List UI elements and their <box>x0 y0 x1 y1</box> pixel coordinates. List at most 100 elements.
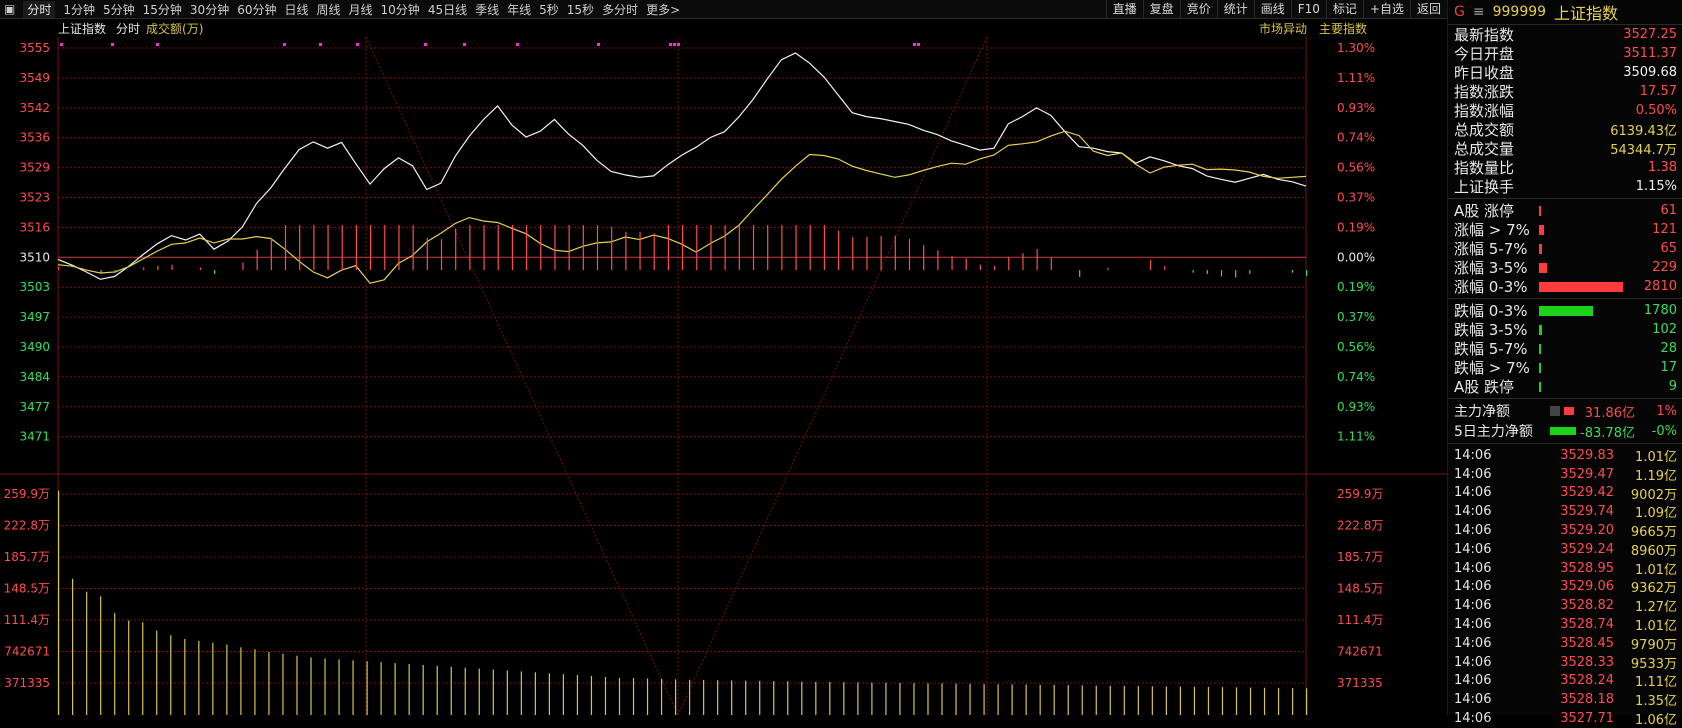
volume-bar <box>969 683 971 715</box>
stats-button[interactable]: 统计 <box>1216 0 1254 18</box>
tab-daily[interactable]: 日线 <box>284 1 308 18</box>
tab-45day[interactable]: 45日线 <box>428 1 467 18</box>
tab-weekly[interactable]: 周线 <box>317 1 341 18</box>
tab-quarter[interactable]: 季线 <box>475 1 499 18</box>
replay-button[interactable]: 复盘 <box>1142 0 1180 18</box>
volume-bar <box>590 676 593 715</box>
tab-year[interactable]: 年线 <box>507 1 531 18</box>
tick-row: 14:06 3529.42 9002万 <box>1454 485 1677 503</box>
volume-bar <box>1081 685 1083 715</box>
volume-bar <box>618 677 621 715</box>
divider <box>1448 398 1682 399</box>
breadth-bar-up <box>639 231 641 271</box>
tab-30min[interactable]: 30分钟 <box>190 1 229 18</box>
breadth-bar-up <box>908 238 911 271</box>
event-marker <box>60 43 63 46</box>
breadth-bar-up <box>1164 266 1166 271</box>
sidebar-toggle-icon[interactable]: ▣ <box>4 2 15 16</box>
price-tick-label: 3510 <box>19 250 50 264</box>
stat-row: 昨日收盘 3509.68 <box>1454 64 1677 82</box>
pct-tick-label: 0.37% <box>1337 191 1375 205</box>
breadth-bar-up <box>341 225 343 271</box>
chart-area: 3555 3549 3542 3536 3529 3523 3516 3510 3503 3497… <box>0 37 1447 715</box>
tab-more[interactable]: 更多> <box>646 1 680 18</box>
menu-icon[interactable]: ≡ <box>1473 4 1485 20</box>
f10-button[interactable]: F10 <box>1290 0 1326 18</box>
breadth-bar-up <box>398 225 400 271</box>
event-marker <box>356 43 359 46</box>
breadth-bar-up <box>270 238 272 271</box>
volume-bar <box>534 672 536 715</box>
stat-row: 指数涨幅 0.50% <box>1454 102 1677 120</box>
volume-bar <box>1179 686 1181 715</box>
volume-bar <box>506 670 508 715</box>
breadth-bar-up <box>469 225 471 271</box>
volume-bar <box>408 664 410 715</box>
vol-tick-label: 111.4万 <box>1337 613 1383 627</box>
back-button[interactable]: 返回 <box>1409 0 1447 18</box>
volume-bar <box>773 681 775 715</box>
volume-bar <box>100 596 102 715</box>
live-button[interactable]: 直播 <box>1105 0 1143 18</box>
tab-5s[interactable]: 5秒 <box>539 1 559 18</box>
pct-tick-label: 1.11% <box>1337 71 1375 85</box>
volume-bar <box>997 684 999 715</box>
volume-bar <box>801 681 803 715</box>
up-distribution: A股 涨停 61 涨幅 > 7% 121 涨幅 5-7% 65 涨幅 3-5% 229 … <box>1448 201 1682 296</box>
breadth-bar-up <box>1107 267 1109 271</box>
tab-monthly[interactable]: 月线 <box>349 1 373 18</box>
breadth-bar-up <box>1022 253 1024 271</box>
auction-button[interactable]: 竞价 <box>1179 0 1217 18</box>
details-icon[interactable] <box>1550 406 1560 416</box>
dist-row: 涨幅 3-5% 229 <box>1454 259 1677 277</box>
tab-fenshi[interactable]: 分时 <box>23 0 56 18</box>
breadth-bar-up <box>355 225 358 271</box>
vol-tick-label: 371335 <box>4 676 50 690</box>
volume-bar <box>1039 684 1041 715</box>
tab-60min[interactable]: 60分钟 <box>237 1 276 18</box>
breadth-bar-down <box>1249 270 1251 274</box>
market-movement-link[interactable]: 市场异动 <box>1259 20 1307 37</box>
index-title: 上证指数 <box>1554 4 1619 23</box>
breadth-bar-up <box>894 235 896 271</box>
dist-bar <box>1539 224 1544 235</box>
volume-bar <box>422 664 424 715</box>
price-tick-label: 3477 <box>19 400 50 414</box>
volume-bar <box>1109 685 1111 715</box>
breadth-bar-up <box>937 250 939 271</box>
breadth-bar-up <box>327 225 329 271</box>
event-marker <box>516 43 519 46</box>
tab-1min[interactable]: 1分钟 <box>63 1 95 18</box>
volume-bar <box>1249 687 1252 715</box>
volume-bar <box>296 655 298 715</box>
add-watchlist-button[interactable]: +自选 <box>1362 0 1410 18</box>
tab-15min[interactable]: 15分钟 <box>143 1 182 18</box>
dist-row: 跌幅 0-3% 1780 <box>1454 302 1677 320</box>
breadth-bar-up <box>1036 249 1038 271</box>
breadth-bar-up <box>540 225 542 271</box>
index-code: 999999 <box>1492 4 1547 20</box>
mark-button[interactable]: 标记 <box>1325 0 1363 18</box>
event-marker <box>463 43 466 46</box>
tab-10min[interactable]: 10分钟 <box>381 1 420 18</box>
volume-bar <box>927 683 929 715</box>
price-tick-label: 3497 <box>19 310 50 324</box>
volume-bar <box>338 659 340 715</box>
tab-5min[interactable]: 5分钟 <box>103 1 135 18</box>
breadth-bar-up <box>199 267 202 271</box>
panel-title: G ≡ 999999 上证指数 <box>1448 0 1682 25</box>
flow-bar <box>1564 407 1574 415</box>
draw-line-button[interactable]: 画线 <box>1253 0 1291 18</box>
tick-row: 14:06 3529.24 8960万 <box>1454 541 1677 559</box>
tab-15s[interactable]: 15秒 <box>567 1 594 18</box>
event-marker <box>283 43 286 46</box>
volume-bar <box>394 663 396 715</box>
breadth-bar-up <box>611 226 613 271</box>
major-indices-link[interactable]: 主要指数 <box>1319 20 1367 37</box>
tab-multi-fenshi[interactable]: 多分时 <box>602 1 638 18</box>
volume-bar <box>815 681 817 715</box>
volume-bar <box>1235 687 1238 715</box>
pct-tick-label: 1.11% <box>1337 430 1375 444</box>
event-marker <box>111 43 114 46</box>
volume-bar <box>1123 685 1125 715</box>
